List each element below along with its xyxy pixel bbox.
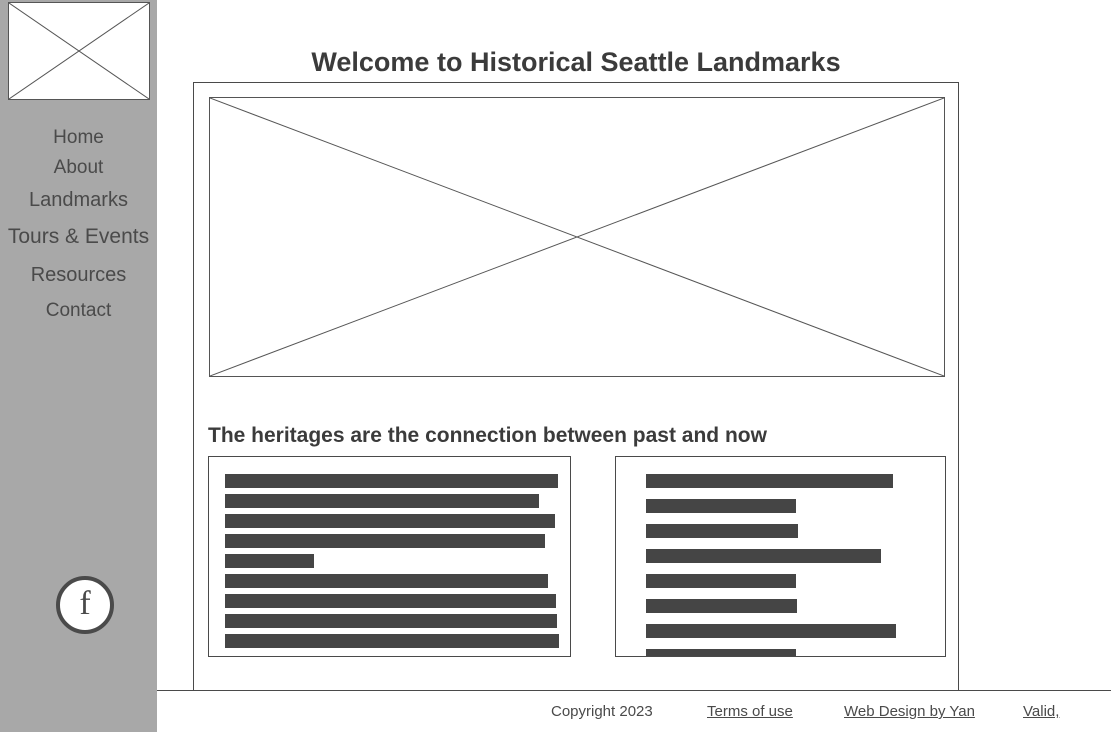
- skeleton-bar: [225, 574, 548, 588]
- skeleton-bar: [646, 474, 893, 488]
- skeleton-bar-group: [225, 474, 570, 654]
- sidebar-item-home[interactable]: Home: [0, 128, 157, 147]
- image-placeholder-icon: [210, 98, 944, 376]
- image-placeholder-icon: [9, 3, 149, 99]
- sidebar-item-landmarks[interactable]: Landmarks: [0, 190, 157, 210]
- section-heading: The heritages are the connection between…: [208, 424, 767, 448]
- footer-link-terms-of-use[interactable]: Terms of use: [707, 703, 793, 720]
- footer-link-web-design-by-yan[interactable]: Web Design by Yan: [844, 703, 975, 720]
- skeleton-bar: [646, 649, 796, 656]
- footer-link-valid[interactable]: Valid,: [1023, 703, 1059, 720]
- sidebar-nav: Home About Landmarks Tours & Events Reso…: [0, 128, 157, 320]
- content-card-left: [208, 456, 571, 657]
- skeleton-bar: [646, 549, 881, 563]
- skeleton-bar: [225, 474, 558, 488]
- skeleton-bar: [225, 554, 314, 568]
- skeleton-bar: [646, 624, 896, 638]
- skeleton-bar: [225, 614, 557, 628]
- content-card-right: [615, 456, 946, 657]
- hero-image-placeholder: [209, 97, 945, 377]
- sidebar: Home About Landmarks Tours & Events Reso…: [0, 0, 157, 732]
- sidebar-item-about[interactable]: About: [0, 158, 157, 177]
- skeleton-bar: [225, 494, 539, 508]
- skeleton-bar: [225, 514, 555, 528]
- skeleton-bar: [646, 499, 796, 513]
- skeleton-bar: [646, 574, 796, 588]
- skeleton-bar: [225, 634, 559, 648]
- page-title: Welcome to Historical Seattle Landmarks: [311, 47, 841, 78]
- skeleton-bar: [225, 594, 556, 608]
- skeleton-bar: [646, 599, 797, 613]
- sidebar-item-resources[interactable]: Resources: [0, 265, 157, 285]
- sidebar-item-contact[interactable]: Contact: [0, 301, 157, 320]
- sidebar-item-tours-and-events[interactable]: Tours & Events: [0, 226, 157, 247]
- facebook-icon-glyph: f: [79, 585, 91, 622]
- footer: Copyright 2023 Terms of use Web Design b…: [157, 690, 1111, 732]
- logo-image-placeholder: [8, 2, 150, 100]
- facebook-icon[interactable]: f: [56, 576, 114, 634]
- main-content-panel: The heritages are the connection between…: [193, 82, 959, 692]
- skeleton-bar: [646, 524, 798, 538]
- skeleton-bar: [225, 534, 545, 548]
- skeleton-bar-group: [646, 474, 945, 656]
- footer-copyright: Copyright 2023: [551, 703, 653, 720]
